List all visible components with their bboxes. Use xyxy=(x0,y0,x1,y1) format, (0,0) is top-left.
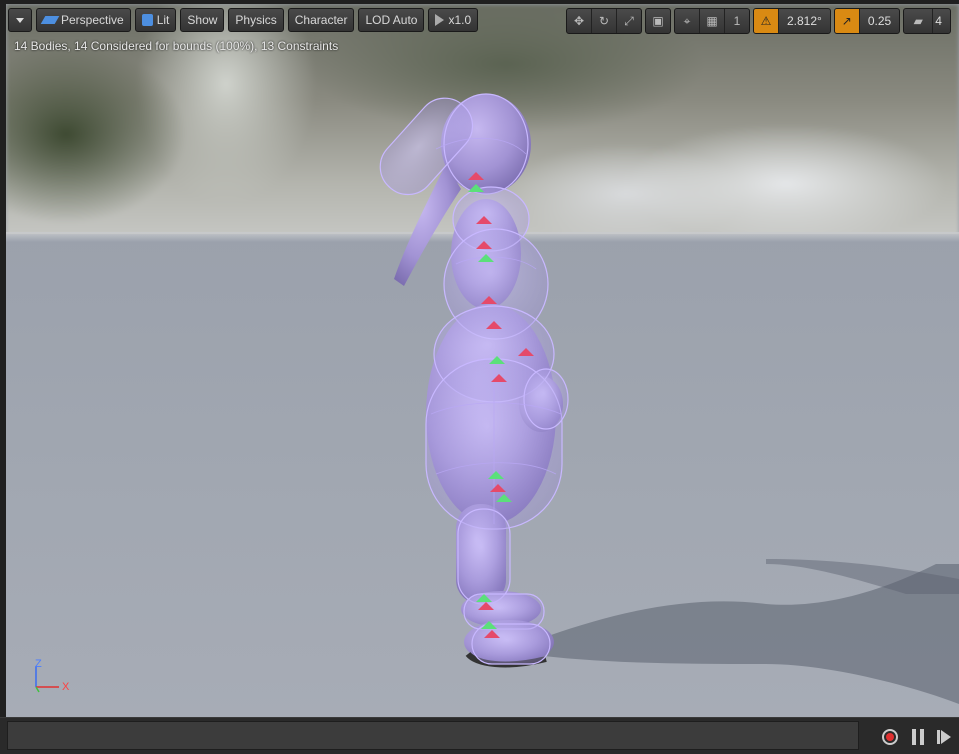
surface-snap-icon[interactable]: ⌖ xyxy=(675,9,700,33)
axis-z-label: Z xyxy=(35,658,42,670)
scale-snap-icon[interactable]: ↗ xyxy=(834,9,860,33)
console-input[interactable] xyxy=(7,721,859,750)
camera-speed-group: ▰ 4 xyxy=(903,8,951,34)
lod-button[interactable]: LOD Auto xyxy=(358,8,425,32)
lod-label: LOD Auto xyxy=(365,13,418,27)
camera-speed-icon[interactable]: ▰ xyxy=(904,9,934,33)
local-space-icon[interactable]: ▣ xyxy=(646,9,670,33)
record-icon xyxy=(882,729,898,745)
show-button[interactable]: Show xyxy=(180,8,225,32)
grid-icon[interactable]: ▦ xyxy=(700,9,725,33)
play-icon xyxy=(435,14,445,26)
rotation-snap-icon[interactable]: ⚠ xyxy=(754,9,779,33)
viewport-options-button[interactable] xyxy=(8,8,32,32)
physics-asset-scene[interactable] xyxy=(6,4,959,717)
cube-icon xyxy=(141,14,153,26)
pause-button[interactable] xyxy=(908,727,928,747)
grid-snap-value[interactable]: 1 xyxy=(725,9,749,33)
axis-x-label: X xyxy=(62,681,70,693)
perspective-label: Perspective xyxy=(61,13,124,27)
grid-snap-group: ⌖ ▦ 1 xyxy=(674,8,750,34)
3d-viewport[interactable]: Z X xyxy=(6,4,959,717)
chevron-down-icon xyxy=(16,17,24,23)
coordinate-space-group: ▣ xyxy=(645,8,671,34)
lit-label: Lit xyxy=(156,13,170,27)
bottom-bar xyxy=(0,717,959,754)
rotation-snap-value[interactable]: 2.812° xyxy=(779,9,830,33)
viewport-toolbar: Perspective Lit Show Physics Character L… xyxy=(8,8,479,34)
physics-label: Physics xyxy=(235,13,277,27)
translate-icon[interactable]: ✥ xyxy=(567,9,592,33)
transform-mode-group: ✥ ↻ ⤢ xyxy=(566,8,642,34)
perspective-icon xyxy=(40,16,60,24)
record-button[interactable] xyxy=(880,727,900,747)
rotation-snap-group: ⚠ 2.812° xyxy=(753,8,831,34)
camera-speed-value[interactable]: 4 xyxy=(933,9,950,33)
rotate-icon[interactable]: ↻ xyxy=(592,9,617,33)
scale-snap-value[interactable]: 0.25 xyxy=(860,9,899,33)
scale-snap-group: ↗ 0.25 xyxy=(833,8,901,34)
physics-button[interactable]: Physics xyxy=(228,8,284,32)
character-button[interactable]: Character xyxy=(287,8,355,32)
play-speed-button[interactable]: x1.0 xyxy=(428,8,479,32)
transform-toolbar: ✥ ↻ ⤢ ▣ ⌖ ▦ 1 ⚠ 2.812° ↗ 0.25 ▰ 4 xyxy=(566,8,951,34)
physics-stats-text: 14 Bodies, 14 Considered for bounds (100… xyxy=(14,39,339,53)
step-forward-icon xyxy=(937,730,951,744)
character-label: Character xyxy=(294,13,348,27)
perspective-button[interactable]: Perspective xyxy=(36,8,131,32)
pause-icon xyxy=(912,729,924,745)
play-speed-label: x1.0 xyxy=(448,13,472,27)
show-label: Show xyxy=(187,13,218,27)
step-forward-button[interactable] xyxy=(934,727,954,747)
lit-button[interactable]: Lit xyxy=(134,8,177,32)
scale-icon[interactable]: ⤢ xyxy=(617,9,641,33)
